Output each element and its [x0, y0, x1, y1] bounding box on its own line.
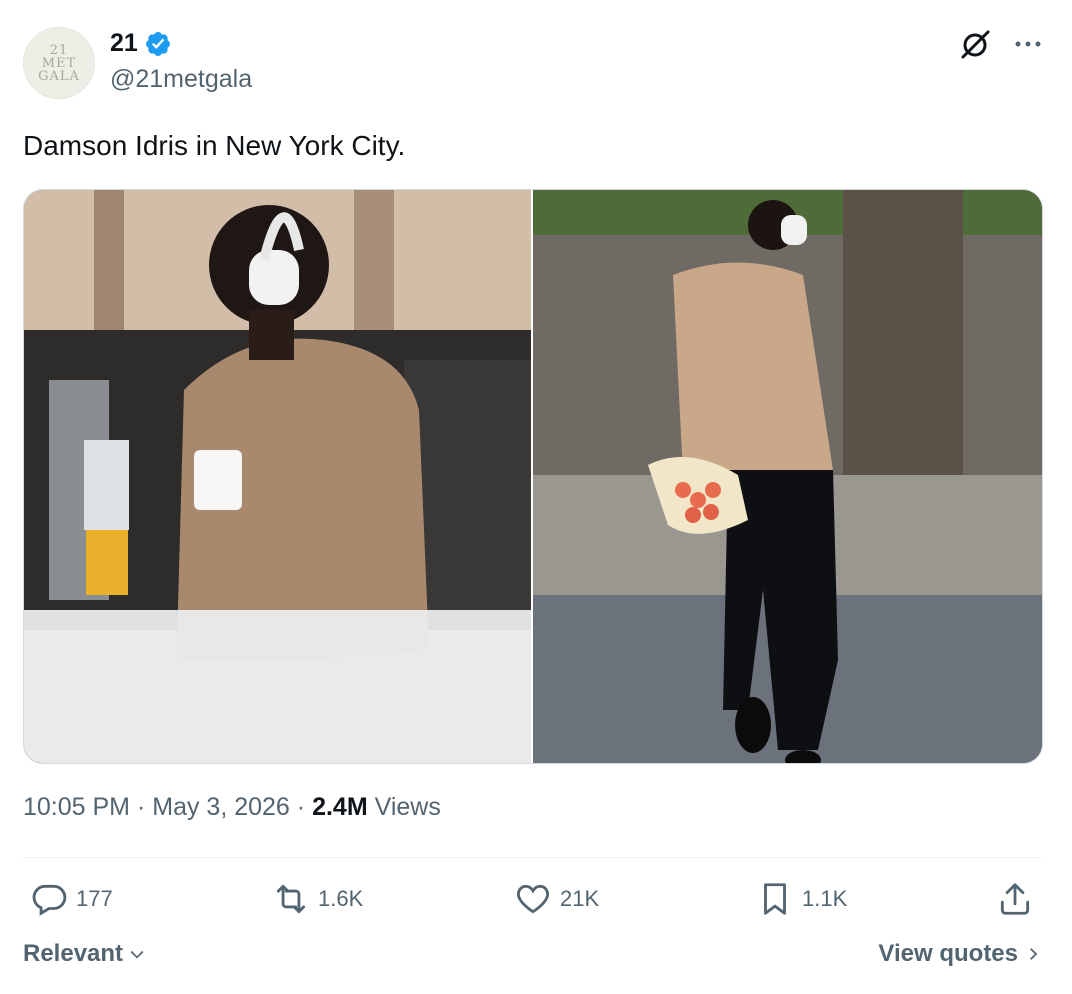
avatar-line-1: 21	[49, 42, 69, 58]
handle[interactable]: @21metgala	[110, 65, 252, 94]
bookmark-count: 1.1K	[802, 886, 848, 911]
photo-right[interactable]	[533, 190, 1042, 763]
display-name[interactable]: 21	[110, 29, 138, 58]
avatar-line-2: MET	[41, 55, 77, 71]
bookmark-button[interactable]: 1.1K	[756, 880, 847, 918]
reply-count: 177	[76, 886, 113, 911]
repost-button[interactable]: 1.6K	[272, 880, 363, 918]
media-grid	[23, 189, 1043, 764]
meta-separator-2: ·	[296, 793, 306, 821]
like-button[interactable]: 21K	[514, 880, 599, 918]
view-quotes-label: View quotes	[878, 940, 1018, 967]
share-icon	[1000, 883, 1030, 915]
tweet-text: Damson Idris in New York City.	[23, 130, 406, 161]
tweet-meta: 10:05 PM · May 3, 2026 · 2.4M Views	[23, 793, 441, 822]
reply-button[interactable]: 177	[30, 880, 113, 918]
heart-icon	[516, 884, 550, 914]
views-count: 2.4M	[312, 793, 368, 821]
sort-replies-dropdown[interactable]: Relevant	[23, 940, 147, 968]
divider	[23, 857, 1043, 858]
repost-icon	[276, 884, 306, 914]
like-count: 21K	[560, 886, 600, 911]
photo-left[interactable]	[24, 190, 531, 763]
avatar[interactable]: 21 MET GALA	[23, 27, 95, 99]
tweet-time[interactable]: 10:05 PM	[23, 793, 130, 821]
sort-label: Relevant	[23, 940, 124, 967]
reply-icon	[32, 884, 67, 916]
view-quotes-link[interactable]: View quotes	[878, 940, 1042, 968]
chevron-down-icon	[130, 950, 144, 959]
more-icon[interactable]	[1012, 28, 1044, 60]
bookmark-icon	[764, 883, 786, 915]
chevron-right-icon	[1030, 948, 1038, 960]
avatar-line-3: GALA	[38, 68, 80, 84]
verified-badge-icon	[145, 31, 170, 56]
meta-separator-1: ·	[136, 793, 146, 821]
share-button[interactable]	[996, 880, 1034, 918]
views-label: Views	[374, 793, 441, 821]
grok-icon[interactable]	[958, 28, 992, 62]
repost-count: 1.6K	[318, 886, 364, 911]
tweet-date[interactable]: May 3, 2026	[152, 793, 290, 821]
